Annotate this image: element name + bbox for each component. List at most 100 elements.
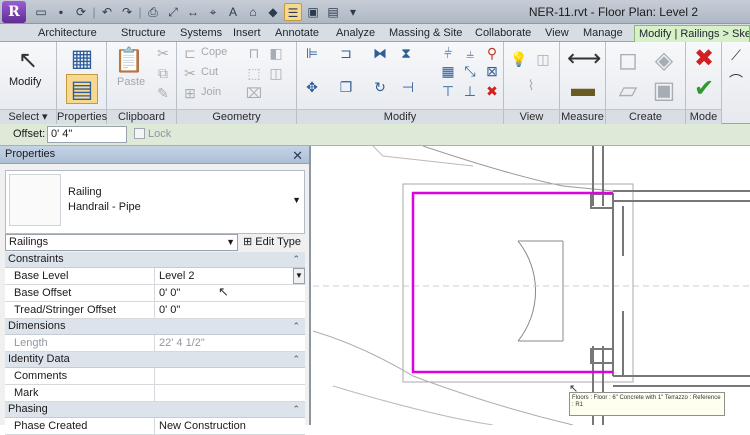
type-selector[interactable]: Railing Handrail - Pipe ▼: [5, 170, 305, 234]
remove-paint-icon[interactable]: ◫: [267, 64, 285, 82]
paint-icon[interactable]: ⬚: [245, 64, 263, 82]
scale-icon[interactable]: ⤡: [461, 62, 479, 80]
cancel-edit-mode-icon[interactable]: ✖: [688, 44, 720, 74]
measure-tool-icon[interactable]: ⟷: [567, 44, 601, 74]
modify-button-label[interactable]: Modify: [9, 76, 41, 88]
group-dimensions[interactable]: Dimensions ⌃: [5, 319, 305, 335]
move-icon[interactable]: ✥: [303, 78, 321, 96]
save-icon[interactable]: ▪: [52, 3, 70, 21]
group-identity-data[interactable]: Identity Data ⌃: [5, 352, 305, 368]
create-similar-icon[interactable]: ▣: [648, 76, 680, 106]
cope-label[interactable]: Cope: [201, 46, 227, 58]
offset-icon[interactable]: ⊐: [337, 44, 355, 62]
lock-checkbox[interactable]: [134, 128, 145, 139]
pin-icon[interactable]: ⚲: [483, 44, 501, 62]
delete-icon[interactable]: ✖: [483, 82, 501, 100]
dropdown-icon[interactable]: ▾: [344, 3, 362, 21]
tread-stringer-offset-field[interactable]: 0' 0": [155, 302, 305, 318]
create-group-icon[interactable]: ▱: [612, 76, 644, 106]
paste-label[interactable]: Paste: [117, 76, 145, 88]
undo-icon[interactable]: ↶: [98, 3, 116, 21]
create-parts-icon[interactable]: ◈: [648, 46, 680, 76]
paste-icon[interactable]: 📋: [113, 46, 145, 76]
draw-arc-icon[interactable]: ⌒: [727, 72, 745, 90]
unpin-icon[interactable]: ⊠: [483, 62, 501, 80]
cursor-arrow-icon[interactable]: ↖: [12, 46, 44, 76]
tab-massing-site[interactable]: Massing & Site: [389, 25, 462, 42]
switch-windows-icon[interactable]: ▤: [324, 3, 342, 21]
dimension-icon[interactable]: ↔: [184, 3, 202, 21]
aligned-dimension-icon[interactable]: ▬: [567, 74, 599, 104]
split-icon[interactable]: ⫩: [439, 44, 457, 62]
cut-geometry-label[interactable]: Cut: [201, 66, 218, 78]
match-properties-icon[interactable]: ✎: [154, 84, 172, 102]
base-level-field[interactable]: Level 2 ▼: [155, 268, 305, 284]
cope-icon[interactable]: ⊏: [181, 44, 199, 62]
3d-view-icon[interactable]: ⌂: [244, 3, 262, 21]
join-label[interactable]: Join: [201, 86, 221, 98]
print-icon[interactable]: ⎙: [144, 3, 162, 21]
sync-icon[interactable]: ⟳: [72, 3, 90, 21]
section-icon[interactable]: ◆: [264, 3, 282, 21]
finish-edit-mode-icon[interactable]: ✔: [688, 74, 720, 104]
trim-extend-icon[interactable]: ⊣: [399, 78, 417, 96]
rotate-icon[interactable]: ↻: [371, 78, 389, 96]
text-icon[interactable]: A: [224, 3, 242, 21]
trim-multiple-icon[interactable]: ⊥: [461, 82, 479, 100]
create-assembly-icon[interactable]: ◻: [612, 46, 644, 76]
close-windows-icon[interactable]: ▣: [304, 3, 322, 21]
tab-modify-railings-sketch[interactable]: Modify | Railings > Sket: [634, 25, 750, 42]
offset-input[interactable]: 0' 4": [47, 126, 127, 143]
folder-open-icon[interactable]: ▭: [32, 3, 50, 21]
tab-architecture[interactable]: Architecture: [38, 25, 97, 42]
close-icon[interactable]: ✕: [292, 147, 303, 164]
hide-isolate-icon[interactable]: 💡: [510, 50, 528, 68]
join-icon[interactable]: ⊞: [181, 84, 199, 102]
split-gap-icon[interactable]: ⫨: [461, 44, 479, 62]
tab-structure[interactable]: Structure: [121, 25, 166, 42]
draw-line-icon[interactable]: ⟋: [727, 46, 745, 64]
tab-view[interactable]: View: [545, 25, 569, 42]
linework-icon[interactable]: ⌇: [522, 76, 540, 94]
tab-collaborate[interactable]: Collaborate: [475, 25, 531, 42]
demolish-icon[interactable]: ⌧: [245, 84, 263, 102]
tab-insert[interactable]: Insert: [233, 25, 261, 42]
tag-icon[interactable]: ⌖: [204, 3, 222, 21]
copy-icon[interactable]: ⧉: [154, 64, 172, 82]
panel-select-label[interactable]: Select ▾: [0, 109, 56, 124]
measure-icon[interactable]: ⤢: [164, 3, 182, 21]
application-menu-button[interactable]: R: [2, 1, 26, 23]
tab-manage[interactable]: Manage: [583, 25, 623, 42]
mirror-axis-icon[interactable]: ⧓: [371, 44, 389, 62]
collapse-icon[interactable]: ⌃: [292, 319, 300, 334]
override-graphics-icon[interactable]: ◫: [534, 50, 552, 68]
edit-type-button[interactable]: ⊞ Edit Type: [243, 234, 301, 250]
tab-annotate[interactable]: Annotate: [275, 25, 319, 42]
chevron-down-icon[interactable]: ▼: [292, 195, 301, 205]
thin-lines-icon[interactable]: ☰: [284, 3, 302, 21]
copy-element-icon[interactable]: ❐: [337, 78, 355, 96]
trim-single-icon[interactable]: ⊤: [439, 82, 457, 100]
tab-systems[interactable]: Systems: [180, 25, 222, 42]
redo-icon[interactable]: ↷: [118, 3, 136, 21]
chevron-down-icon[interactable]: ▼: [293, 268, 305, 284]
tab-analyze[interactable]: Analyze: [336, 25, 375, 42]
group-phasing[interactable]: Phasing ⌃: [5, 402, 305, 418]
drawing-canvas[interactable]: [313, 146, 750, 425]
align-icon[interactable]: ⊫: [303, 44, 321, 62]
cut-geometry-icon[interactable]: ✂: [181, 64, 199, 82]
cut-icon[interactable]: ✂: [154, 44, 172, 62]
type-properties-icon[interactable]: ▦: [66, 44, 98, 74]
mark-field[interactable]: [155, 385, 305, 401]
array-icon[interactable]: ▦: [439, 62, 457, 80]
wall-joins-icon[interactable]: ⊓: [245, 44, 263, 62]
group-constraints[interactable]: Constraints ⌃: [5, 252, 305, 268]
base-offset-field[interactable]: 0' 0": [155, 285, 305, 301]
properties-palette-icon[interactable]: ▤: [66, 74, 98, 104]
phase-created-field[interactable]: New Construction: [155, 418, 305, 434]
split-face-icon[interactable]: ◧: [267, 44, 285, 62]
chevron-down-icon[interactable]: ▼: [226, 235, 235, 250]
collapse-icon[interactable]: ⌃: [292, 402, 300, 417]
collapse-icon[interactable]: ⌃: [292, 352, 300, 367]
instance-filter-dropdown[interactable]: Railings ▼: [5, 234, 238, 251]
